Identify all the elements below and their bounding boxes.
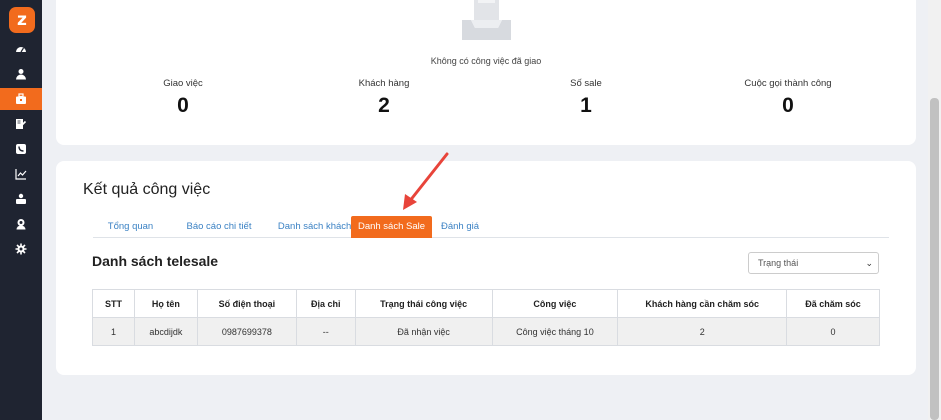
overview-card: Không có công việc đã giao Giao việc 0 K…	[56, 0, 916, 145]
support-icon	[16, 219, 26, 230]
sidebar-item-jobs[interactable]	[0, 88, 42, 110]
stat-value: 0	[177, 94, 189, 117]
sidebar-item-users[interactable]	[0, 63, 42, 85]
sidebar-item-reports[interactable]	[0, 163, 42, 185]
sidebar-item-dashboard[interactable]	[0, 38, 42, 60]
empty-inbox-illustration	[462, 0, 511, 40]
table-cell: 0	[786, 317, 880, 346]
stat-label: Khách hàng	[358, 78, 410, 89]
work-result-card: Kết quả công việc Tổng quan Báo cáo chi …	[56, 161, 916, 375]
user-icon	[16, 69, 26, 80]
tab-evaluation[interactable]: Đánh giá	[435, 216, 485, 238]
table-cell: --	[295, 317, 356, 346]
status-select-placeholder: Trạng thái	[758, 258, 799, 268]
table-header-row: STT Họ tên Số điện thoại Địa chỉ Trạng t…	[92, 289, 880, 318]
tab-detail-report[interactable]: Báo cáo chi tiết	[173, 216, 265, 238]
column-header: Khách hàng cần chăm sóc	[617, 289, 788, 318]
chevron-down-icon: ⌄	[865, 258, 873, 268]
sidebar-item-support[interactable]	[0, 213, 42, 235]
column-header: Đã chăm sóc	[786, 289, 880, 318]
user-group-icon	[16, 193, 26, 204]
table-cell: Công việc tháng 10	[491, 317, 619, 346]
empty-state-text: Không có công việc đã giao	[430, 56, 542, 66]
page-scrollbar[interactable]	[928, 0, 941, 420]
sidebar-item-team[interactable]	[0, 188, 42, 210]
sidebar-item-calls[interactable]	[0, 138, 42, 160]
stat-value: 1	[580, 94, 592, 117]
column-header: Số điện thoại	[196, 289, 297, 318]
sidebar: z	[0, 0, 42, 420]
sidebar-item-tasks[interactable]	[0, 113, 42, 135]
stat-successful-calls: Cuộc gọi thành công 0	[708, 78, 868, 118]
dashboard-icon	[16, 47, 26, 53]
stat-label: Cuộc gọi thành công	[744, 78, 832, 89]
chart-icon	[15, 169, 27, 180]
gear-icon	[15, 243, 27, 255]
tab-sale-list[interactable]: Danh sách Sale	[351, 216, 432, 238]
table-row[interactable]: 1 abcdijdk 0987699378 -- Đã nhận việc Cô…	[92, 317, 880, 346]
column-header: Địa chỉ	[295, 289, 356, 318]
scrollbar-thumb[interactable]	[930, 98, 939, 420]
status-select[interactable]: Trạng thái ⌄	[748, 252, 879, 274]
table-cell: 1	[92, 317, 135, 346]
sidebar-item-settings[interactable]	[0, 238, 42, 260]
telesale-list-title: Danh sách telesale	[92, 253, 219, 269]
stat-customers: Khách hàng 2	[304, 78, 464, 118]
stat-value: 2	[378, 94, 390, 117]
edit-icon	[16, 119, 27, 129]
stat-assigned: Giao việc 0	[103, 78, 263, 118]
telesale-table: STT Họ tên Số điện thoại Địa chỉ Trạng t…	[92, 289, 880, 346]
table-cell: abcdijdk	[133, 317, 198, 346]
phone-icon	[16, 144, 26, 154]
result-tabs: Tổng quan Báo cáo chi tiết Danh sách khá…	[93, 216, 889, 238]
column-header: Trạng thái công việc	[354, 289, 493, 318]
column-header: Họ tên	[133, 289, 198, 318]
table-cell: 0987699378	[196, 317, 297, 346]
briefcase-icon	[16, 93, 26, 104]
app-logo[interactable]: z	[9, 7, 35, 33]
stat-value: 0	[782, 94, 794, 117]
stat-label: Số sale	[570, 78, 602, 89]
stat-sales: Số sale 1	[506, 78, 666, 118]
column-header: STT	[92, 289, 135, 318]
table-cell: 2	[617, 317, 788, 346]
table-cell: Đã nhận việc	[354, 317, 493, 346]
logo-letter: z	[17, 10, 27, 30]
tab-overview[interactable]: Tổng quan	[93, 216, 168, 238]
section-title: Kết quả công việc	[83, 181, 211, 198]
annotation-arrow	[403, 152, 449, 210]
column-header: Công việc	[491, 289, 619, 318]
stat-label: Giao việc	[163, 78, 203, 89]
